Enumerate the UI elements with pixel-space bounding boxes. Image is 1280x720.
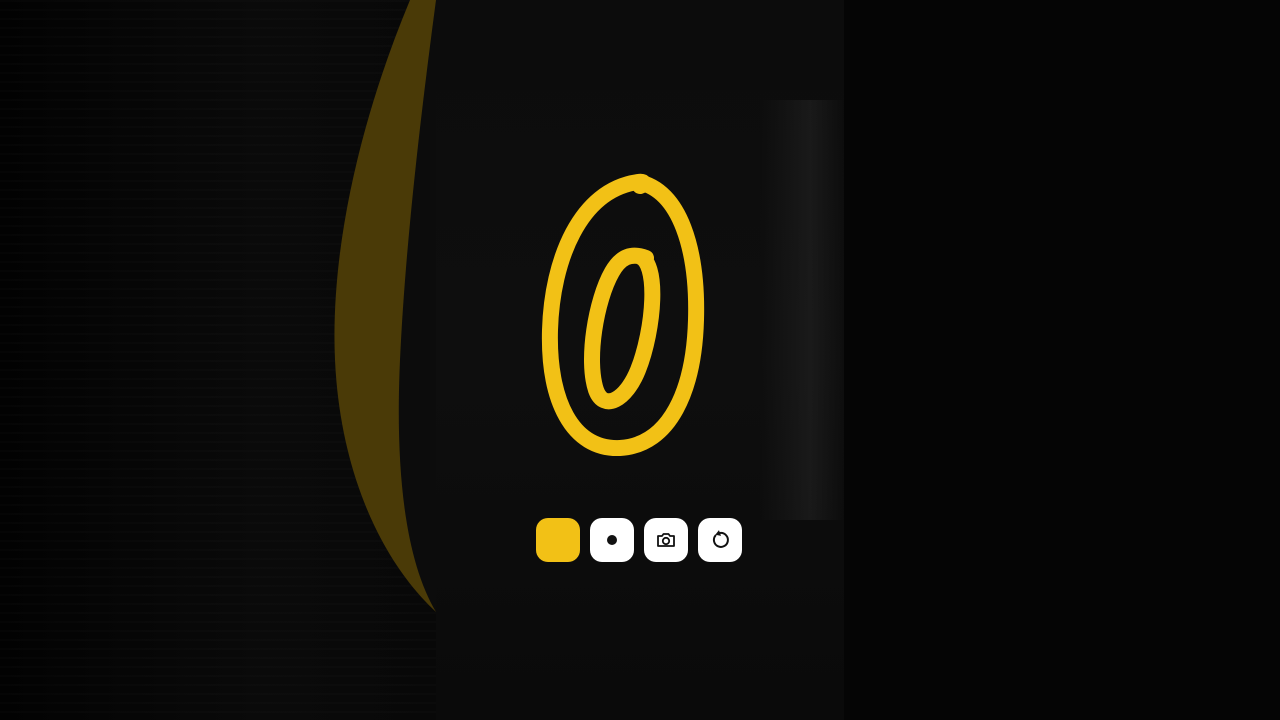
camera-button[interactable] [644, 518, 688, 562]
camera-icon [657, 533, 675, 547]
undo-icon [712, 530, 729, 548]
app-stage [0, 0, 1280, 720]
drawing-canvas[interactable] [520, 160, 720, 470]
color-swatch-button[interactable] [536, 518, 580, 562]
dot-icon [607, 535, 617, 545]
drawn-zero-glyph [541, 173, 705, 457]
panel-shadow [760, 100, 844, 520]
brush-size-button[interactable] [590, 518, 634, 562]
undo-button[interactable] [698, 518, 742, 562]
drawing-toolbar [536, 518, 742, 562]
